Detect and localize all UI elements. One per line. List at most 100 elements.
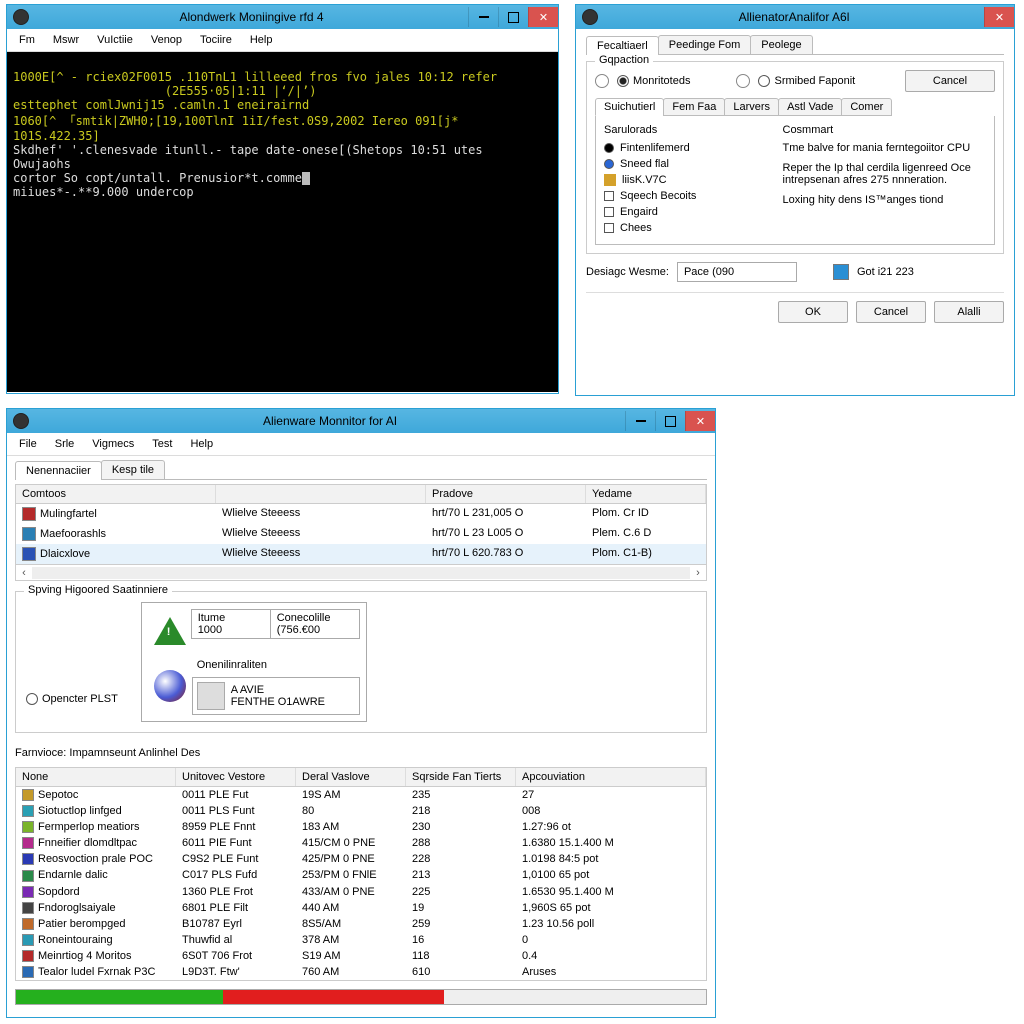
menu-item[interactable]: VuIctiie xyxy=(93,32,137,48)
radio-monitor[interactable]: Monritoteds xyxy=(617,75,690,87)
app-icon xyxy=(13,9,29,25)
opt-speed[interactable]: Sneed flal xyxy=(604,156,771,172)
menu-item[interactable]: Srle xyxy=(51,436,79,452)
right-legend: Cosmmart xyxy=(783,124,987,136)
table-row[interactable]: DlaicxloveWlielve Steeesshrt/70 L 620.78… xyxy=(16,544,706,564)
minimize-button[interactable] xyxy=(468,7,498,27)
col-fan[interactable]: Sqrside Fan Tierts xyxy=(406,768,516,786)
settings-dialog: AllienatorAnalifor A6l Fecaltiaerl Peedi… xyxy=(575,4,1015,396)
col-unit[interactable]: Unitovec Vestore xyxy=(176,768,296,786)
col-ved[interactable]: Yedame xyxy=(586,485,706,503)
opt-link[interactable]: liisK.V7C xyxy=(604,172,771,188)
table-row[interactable]: Tealor ludel Fxrnak P3CL9D3T. Ftw'760 AM… xyxy=(16,964,706,980)
design-input[interactable] xyxy=(677,262,797,282)
col-name[interactable]: Comtoos xyxy=(16,485,216,503)
close-button[interactable] xyxy=(528,7,558,27)
table-row[interactable]: Fnneifier dlomdltpac6011 PIE Funt415/CM … xyxy=(16,835,706,851)
window-title: AllienatorAnalifor A6l xyxy=(604,10,984,24)
cone-value: (756.€00 xyxy=(277,624,353,636)
main-tabs: Fecaltiaerl Peedinge Fom Peolege xyxy=(586,35,1004,55)
menu-item[interactable]: Fm xyxy=(15,32,39,48)
opt-entitlement[interactable]: Fintenlifemerd xyxy=(604,140,771,156)
monitor-window: Alienware Monnitor for AI File Srle Vigm… xyxy=(6,408,716,1018)
calendar-icon[interactable] xyxy=(833,264,849,280)
table-row[interactable]: RoneintouraingThuwfid al378 AM160 xyxy=(16,932,706,948)
process-table: None Unitovec Vestore Deral Vaslove Sqrs… xyxy=(15,767,707,981)
col-none[interactable]: None xyxy=(16,768,176,786)
table-header: Comtoos Pradove Yedame xyxy=(15,484,707,504)
table-row[interactable]: MaefoorashlsWlielve Steeesshrt/70 L 23 L… xyxy=(16,524,706,544)
terminal-window: Alondwerk Moniingive rfd 4 Fm Mswr VuIct… xyxy=(6,4,559,394)
operation-group: Gqpaction Monritoteds Srmibed Faponit Ca… xyxy=(586,61,1004,254)
col-prod[interactable]: Pradove xyxy=(426,485,586,503)
table-row[interactable]: Patier berompgedB10787 Eyrl8S5/AM2591.23… xyxy=(16,916,706,932)
opt-speech[interactable]: Sqeech Becoits xyxy=(604,188,771,204)
table-row[interactable]: Fndoroglsaiyale6801 PLE Filt440 AM191,96… xyxy=(16,900,706,916)
maximize-button[interactable] xyxy=(655,411,685,431)
maximize-button[interactable] xyxy=(498,7,528,27)
col-deral[interactable]: Deral Vaslove xyxy=(296,768,406,786)
scroll-left-icon[interactable]: ‹ xyxy=(16,567,32,579)
close-button[interactable] xyxy=(685,411,715,431)
got-label: Got i21 223 xyxy=(857,266,914,278)
ok-button[interactable]: OK xyxy=(778,301,848,323)
menu-item[interactable]: File xyxy=(15,436,41,452)
menu-item[interactable]: Venop xyxy=(147,32,186,48)
table-row[interactable]: Meinrtiog 4 Moritos6S0T 706 FrotS19 AM11… xyxy=(16,948,706,964)
menu-item[interactable]: Vigmecs xyxy=(88,436,138,452)
menu-item[interactable]: Help xyxy=(246,32,277,48)
table-row[interactable]: Fermperlop meatiors8959 PLE Fnnt183 AM23… xyxy=(16,819,706,835)
opt-engaged[interactable]: Engaird xyxy=(604,204,771,220)
terminal-output[interactable]: 1000E[^ - rciex02F0015 .110TnL1 lilleeed… xyxy=(7,52,558,392)
device-table[interactable]: MulingfartelWlielve Steeesshrt/70 L 231,… xyxy=(15,504,707,565)
cancel-top-button[interactable]: Cancel xyxy=(905,70,995,92)
hscroll[interactable]: ‹ › xyxy=(15,565,707,581)
apply-button[interactable]: Alalli xyxy=(934,301,1004,323)
subtab-servers[interactable]: Larvers xyxy=(724,98,779,116)
comment-line: Loxing hity dens IS™anges tiond xyxy=(783,194,987,206)
group-legend: Gqpaction xyxy=(595,54,653,66)
sub-tabs: Suichutierl Fem Faa Larvers Astl Vade Co… xyxy=(595,98,995,116)
opencter-radio[interactable]: Opencter PLST xyxy=(26,693,118,705)
comment-line: Tme balve for mania ferntegoiitor CPU xyxy=(783,142,987,154)
menu-item[interactable]: Help xyxy=(186,436,217,452)
onen-box: A AVIE FENTHE O1AWRE xyxy=(192,677,360,715)
table-row[interactable]: Siotuctlop linfged0011 PLS Funt80218008 xyxy=(16,803,706,819)
cancel-button[interactable]: Cancel xyxy=(856,301,926,323)
table-row[interactable]: Endarnle dalicC017 PLS Fufd253/PM 0 FNlE… xyxy=(16,867,706,883)
titlebar[interactable]: Alondwerk Moniingive rfd 4 xyxy=(7,5,558,29)
table-row[interactable]: Reosvoction prale POCC9S2 PLE Funt425/PM… xyxy=(16,851,706,867)
subtab-scheduler[interactable]: Suichutierl xyxy=(595,98,664,116)
menu-item[interactable]: Mswr xyxy=(49,32,83,48)
col-app[interactable]: Apcouviation xyxy=(516,768,706,786)
app-icon xyxy=(582,9,598,25)
table-row[interactable]: MulingfartelWlielve Steeesshrt/70 L 231,… xyxy=(16,504,706,524)
tab-package[interactable]: Peolege xyxy=(750,35,812,54)
disc-icon xyxy=(148,664,192,708)
table-row[interactable]: Sepotoc0011 PLE Fut19S AM23527 xyxy=(16,787,706,803)
titlebar[interactable]: Alienware Monnitor for AI xyxy=(7,409,715,433)
table-row[interactable]: Sopdord1360 PLE Frot433/AM 0 PNE2251.653… xyxy=(16,884,706,900)
group-legend: Spving Higoored Saatinniere xyxy=(24,584,172,596)
itume-label: Itume xyxy=(198,612,264,624)
report-icon xyxy=(736,74,750,88)
subtab-fan[interactable]: Fem Faa xyxy=(663,98,725,116)
tab-pending[interactable]: Peedinge Fom xyxy=(658,35,752,54)
subtab-mode[interactable]: Astl Vade xyxy=(778,98,842,116)
scroll-right-icon[interactable]: › xyxy=(690,567,706,579)
subtab-corner[interactable]: Comer xyxy=(841,98,892,116)
tabs: Nenennaciier Kesp tile xyxy=(15,460,707,480)
chip-icon xyxy=(197,682,225,710)
minimize-button[interactable] xyxy=(625,411,655,431)
app-icon xyxy=(13,413,29,429)
opt-cheers[interactable]: Chees xyxy=(604,220,771,236)
tab-facilitate[interactable]: Fecaltiaerl xyxy=(586,36,659,55)
tab-keep[interactable]: Kesp tile xyxy=(101,460,165,479)
tab-main[interactable]: Nenennaciier xyxy=(15,461,102,480)
menu-item[interactable]: Tociire xyxy=(196,32,236,48)
radio-report[interactable]: Srmibed Faponit xyxy=(758,75,855,87)
close-button[interactable] xyxy=(984,7,1014,27)
titlebar[interactable]: AllienatorAnalifor A6l xyxy=(576,5,1014,29)
progress-bar xyxy=(15,989,707,1005)
menu-item[interactable]: Test xyxy=(148,436,176,452)
